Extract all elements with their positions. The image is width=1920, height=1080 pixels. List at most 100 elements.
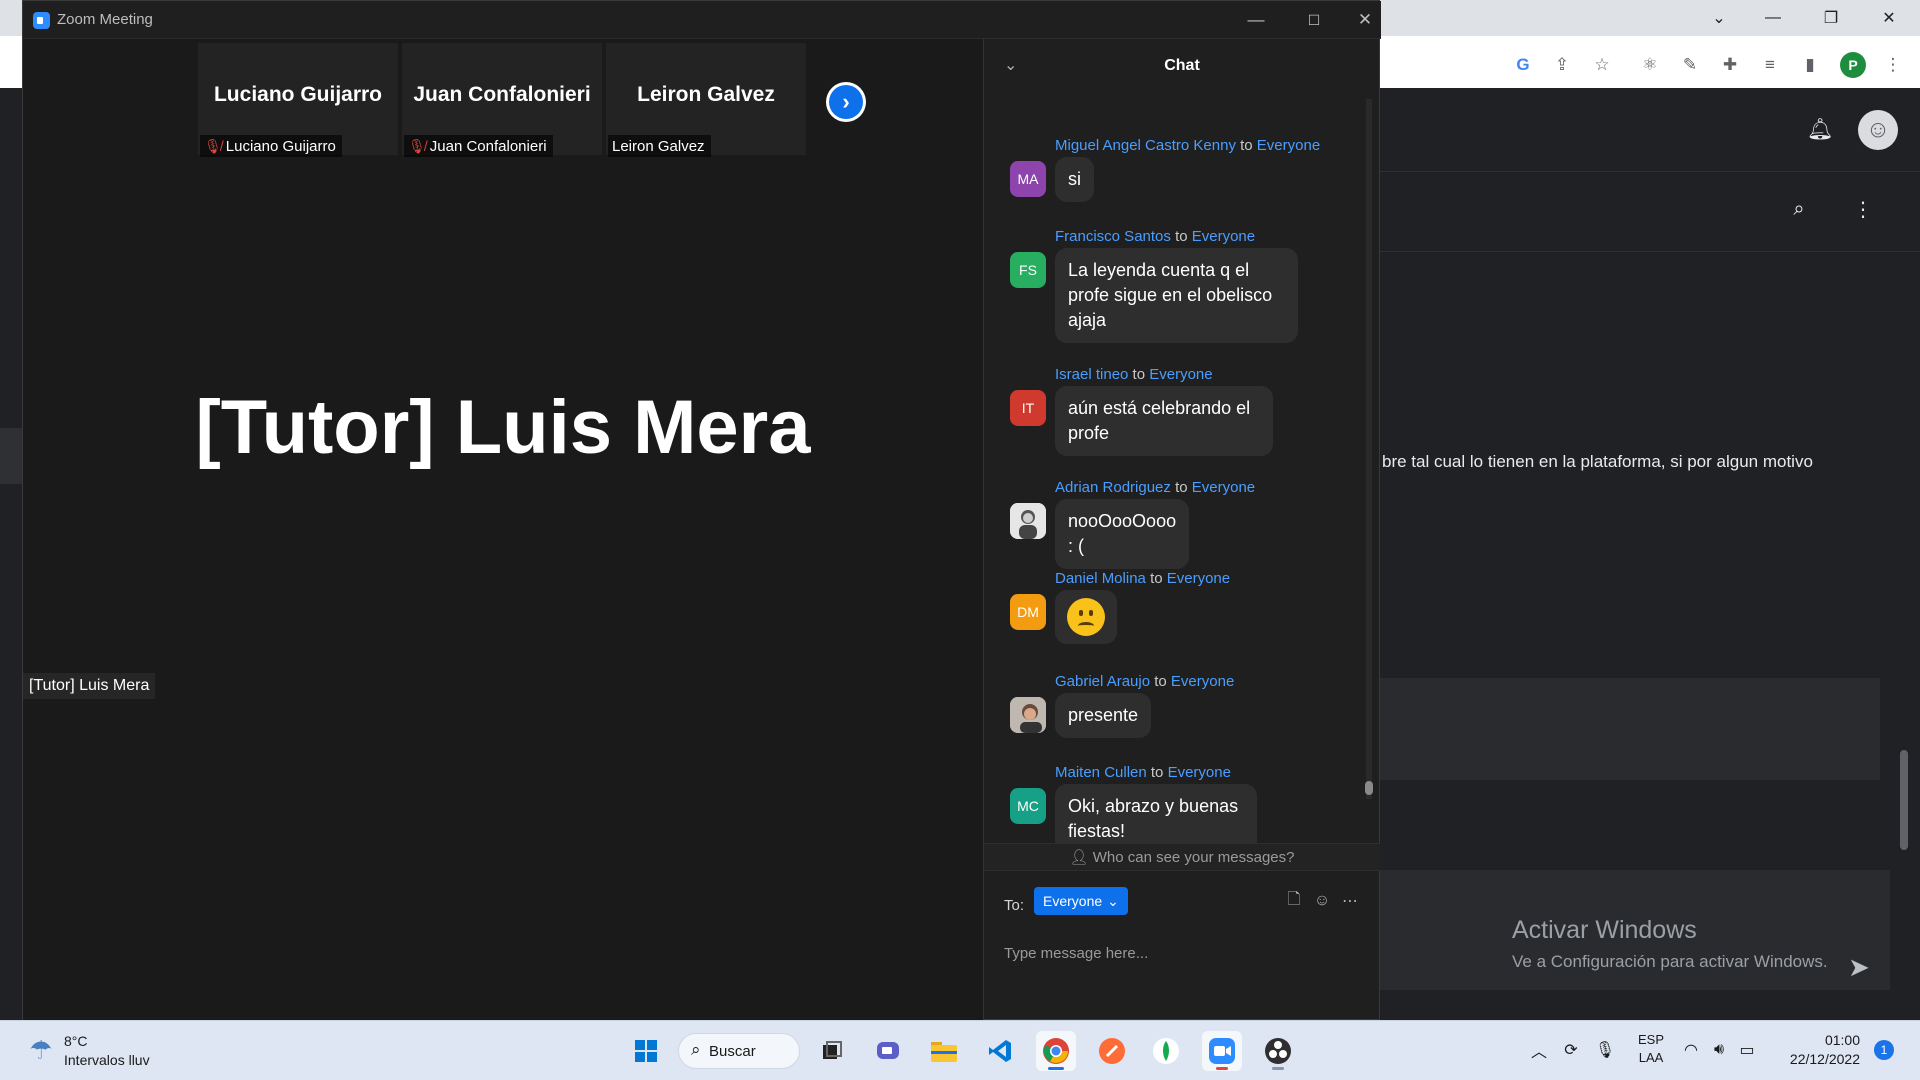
to-word: to	[1175, 228, 1188, 245]
sidebar-selected-marker	[0, 428, 22, 484]
participant-label: Leiron Galvez	[608, 135, 711, 157]
microphone-icon[interactable]: 🎙︎	[1594, 1039, 1616, 1061]
emoji-icon[interactable]: ☺	[1312, 891, 1332, 911]
wifi-icon[interactable]: ◠	[1680, 1039, 1702, 1061]
chrome-menu-icon[interactable]: ⋮	[1880, 52, 1906, 78]
person-lock-icon: 👤︎	[1069, 849, 1089, 866]
zoom-maximize-button[interactable]: ☐	[1291, 1, 1337, 39]
participant-tile[interactable]: Luciano Guijarro 🎙︎̸ Luciano Guijarro	[198, 43, 398, 157]
recipient-name[interactable]: Everyone	[1192, 479, 1255, 496]
zoom-taskbar-icon[interactable]	[1202, 1031, 1242, 1071]
recipient-name[interactable]: Everyone	[1167, 570, 1230, 587]
activate-windows-title: Activar Windows	[1512, 916, 1697, 944]
vscode-icon[interactable]	[980, 1031, 1020, 1071]
avatar	[1010, 697, 1046, 733]
running-indicator	[1216, 1067, 1228, 1070]
chrome-taskbar-icon[interactable]	[1036, 1031, 1076, 1071]
activate-windows-subtitle: Ve a Configuración para activar Windows.	[1512, 952, 1828, 971]
side-panel-icon[interactable]: ▮	[1797, 52, 1823, 78]
message-header: Gabriel Araujo to Everyone	[1055, 673, 1234, 690]
taskbar-search[interactable]: ⌕ Buscar	[678, 1033, 800, 1069]
recipient-name[interactable]: Everyone	[1149, 366, 1212, 383]
file-explorer-icon[interactable]	[924, 1031, 964, 1071]
chat-message-list[interactable]: Miguel Angel Castro Kenny to Everyone MA…	[984, 95, 1364, 854]
message-bubble	[1055, 590, 1117, 644]
volume-icon[interactable]: 🔊︎	[1708, 1039, 1730, 1061]
input-language[interactable]: ESP LAA	[1638, 1031, 1664, 1067]
sender-name[interactable]: Miguel Angel Castro Kenny	[1055, 137, 1236, 154]
notification-badge[interactable]: 1	[1874, 1040, 1894, 1060]
battery-icon[interactable]: ▭	[1736, 1039, 1758, 1061]
user-avatar[interactable]: ☺	[1858, 110, 1898, 150]
tab-search-chevron-icon[interactable]: ⌄	[1696, 0, 1742, 36]
search-icon[interactable]: ⌕	[1786, 196, 1812, 222]
chrome-close-button[interactable]: ✕	[1866, 0, 1912, 36]
weather-description[interactable]: Intervalos lluv	[64, 1052, 150, 1068]
sender-name[interactable]: Daniel Molina	[1055, 570, 1146, 587]
extensions-puzzle-icon[interactable]: ✚	[1717, 52, 1743, 78]
participant-tile[interactable]: Leiron Galvez Leiron Galvez	[606, 43, 806, 157]
next-page-button[interactable]: ›	[826, 82, 866, 122]
recipient-name[interactable]: Everyone	[1257, 137, 1320, 154]
keyboard-layout: LAA	[1638, 1050, 1664, 1065]
zoom-window: Zoom Meeting — ☐ ✕ Luciano Guijarro 🎙︎̸ …	[22, 0, 1381, 1021]
windows-taskbar: ☂ 8°C Intervalos lluv ⌕ Buscar ︿ ⟳ 🎙︎ ES…	[0, 1020, 1920, 1080]
extension-pen-icon[interactable]: ✎	[1677, 52, 1703, 78]
chrome-profile-avatar[interactable]: P	[1840, 52, 1866, 78]
bookmark-star-icon[interactable]: ☆	[1589, 52, 1615, 78]
chrome-minimize-button[interactable]: —	[1750, 0, 1796, 36]
page-scrollbar[interactable]	[1900, 750, 1908, 850]
more-options-icon[interactable]: ⋮	[1850, 196, 1876, 222]
teams-chat-icon[interactable]	[868, 1031, 908, 1071]
start-button[interactable]	[626, 1031, 666, 1071]
sender-name[interactable]: Israel tineo	[1055, 366, 1128, 383]
send-icon[interactable]: ➤	[1848, 952, 1878, 982]
zoom-titlebar: Zoom Meeting — ☐ ✕	[23, 1, 1381, 39]
sender-name[interactable]: Francisco Santos	[1055, 228, 1171, 245]
more-options-icon[interactable]: ⋯	[1340, 891, 1360, 911]
sender-name[interactable]: Adrian Rodriguez	[1055, 479, 1171, 496]
participant-tile[interactable]: Juan Confalonieri 🎙︎̸ Juan Confalonieri	[402, 43, 602, 157]
who-can-see-link[interactable]: 👤︎ Who can see your messages?	[984, 843, 1380, 871]
task-view-icon[interactable]	[812, 1031, 852, 1071]
chat-scrollbar-thumb[interactable]	[1365, 781, 1373, 795]
recipient-name[interactable]: Everyone	[1171, 673, 1234, 690]
taskbar-clock[interactable]: 01:00 22/12/2022	[1788, 1031, 1860, 1069]
zoom-minimize-button[interactable]: —	[1233, 1, 1279, 39]
chat-scrollbar-track[interactable]	[1366, 99, 1372, 799]
chevron-up-icon[interactable]: ︿	[1528, 1039, 1550, 1061]
recipient-dropdown-value: Everyone	[1043, 893, 1103, 909]
sync-icon[interactable]: ⟳	[1560, 1039, 1582, 1061]
google-lens-icon[interactable]: G	[1510, 52, 1536, 78]
to-word: to	[1154, 673, 1167, 690]
mongodb-compass-icon[interactable]	[1146, 1031, 1186, 1071]
avatar: DM	[1010, 594, 1046, 630]
notifications-bell-icon[interactable]: 🔔︎	[1806, 116, 1834, 144]
recipient-dropdown[interactable]: Everyone ⌄	[1034, 887, 1128, 915]
windows-logo-icon	[635, 1040, 657, 1062]
sender-name[interactable]: Maiten Cullen	[1055, 764, 1147, 781]
weather-rain-icon[interactable]: ☂	[24, 1033, 58, 1067]
chat-title: Chat	[1164, 57, 1200, 74]
postman-icon[interactable]	[1092, 1031, 1132, 1071]
slightly-frowning-face-icon	[1067, 598, 1105, 636]
participant-name: Leiron Galvez	[637, 83, 775, 106]
media-controls-icon[interactable]: ≡	[1757, 52, 1783, 78]
recipient-name[interactable]: Everyone	[1192, 228, 1255, 245]
to-word: to	[1150, 570, 1163, 587]
avatar	[1010, 503, 1046, 539]
participant-label-text: Leiron Galvez	[612, 137, 705, 155]
extension-react-icon[interactable]: ⚛	[1637, 52, 1663, 78]
chrome-restore-button[interactable]: ❐	[1808, 0, 1854, 36]
obs-icon[interactable]	[1258, 1031, 1298, 1071]
zoom-close-button[interactable]: ✕	[1349, 1, 1381, 39]
clock-time: 01:00	[1824, 1032, 1860, 1048]
chat-message-input[interactable]	[1004, 923, 1360, 983]
weather-temperature[interactable]: 8°C	[64, 1033, 88, 1049]
file-attach-icon[interactable]: 🗋︎	[1284, 891, 1304, 911]
share-icon[interactable]: ⇪	[1549, 52, 1575, 78]
to-word: to	[1175, 479, 1188, 496]
sender-name[interactable]: Gabriel Araujo	[1055, 673, 1150, 690]
recipient-name[interactable]: Everyone	[1168, 764, 1231, 781]
chat-header: ⌄ Chat	[984, 39, 1380, 95]
